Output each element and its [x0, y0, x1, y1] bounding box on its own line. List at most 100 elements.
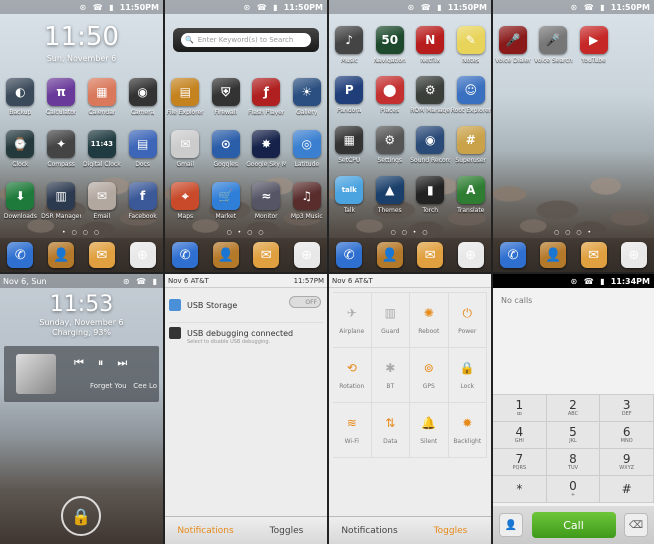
phone-icon[interactable]: ✆: [336, 242, 363, 268]
app-music[interactable]: ♪ Music: [329, 26, 370, 64]
tab-toggles[interactable]: Toggles: [410, 517, 491, 544]
app-calculator[interactable]: π Calculator: [41, 78, 82, 116]
dial-key-3[interactable]: 3 DEF: [600, 395, 654, 422]
toggle-lock[interactable]: 🔒 Lock: [448, 348, 487, 403]
app-label: Compass: [47, 161, 75, 168]
app-file-explorer[interactable]: ▤ File Explorer: [165, 78, 206, 116]
toggle-silent[interactable]: 🔔 Silent: [410, 403, 449, 458]
app-talk[interactable]: talk Talk: [329, 176, 370, 214]
app-clock[interactable]: ⌚ Clock: [0, 130, 41, 168]
app-themes[interactable]: ▲ Themes: [370, 176, 411, 214]
app-translate[interactable]: A Translate: [451, 176, 492, 214]
phone-icon[interactable]: ✆: [7, 242, 34, 268]
tab-toggles[interactable]: Toggles: [246, 517, 327, 544]
messages-icon[interactable]: ✉: [253, 242, 280, 268]
app-rom-manager[interactable]: ⚙ ROM Manager: [410, 76, 451, 114]
backspace-button[interactable]: ⌫: [624, 513, 648, 537]
toggle-bt[interactable]: ✱ BT: [371, 348, 410, 403]
phone-icon[interactable]: ✆: [500, 242, 527, 268]
contacts-icon[interactable]: 👤: [376, 242, 403, 268]
dial-key-star[interactable]: *: [493, 476, 547, 503]
toggle-backlight[interactable]: ✹ Backlight: [448, 403, 487, 458]
app-voice-dialer[interactable]: 🎤 Voice Dialer: [493, 26, 533, 64]
app-mp3-music[interactable]: ♫ Mp3 Music: [287, 182, 328, 220]
previous-icon[interactable]: ⏮: [74, 356, 84, 370]
app-goggles[interactable]: ⊙ Goggles: [206, 130, 247, 168]
phone-icon[interactable]: ✆: [172, 242, 199, 268]
app-latitude[interactable]: ◎ Latitude: [287, 130, 328, 168]
app-firewall[interactable]: ⛨ Firewall: [206, 78, 247, 116]
app-setcpu[interactable]: ▦ SetCPU: [329, 126, 370, 164]
browser-icon[interactable]: ⊕: [457, 242, 484, 268]
app-navigation[interactable]: 50 Navigation: [370, 26, 411, 64]
app-calendar[interactable]: ▦ Calendar: [82, 78, 123, 116]
app-monitor[interactable]: ≈ Monitor: [246, 182, 287, 220]
toggle-rotation[interactable]: ⟲ Rotation: [333, 348, 372, 403]
dial-key-9[interactable]: 9 WXYZ: [600, 449, 654, 476]
app-voice-search[interactable]: 🎤 Voice Search: [533, 26, 573, 64]
contacts-icon[interactable]: 👤: [48, 242, 75, 268]
contacts-button[interactable]: 👤: [499, 513, 523, 537]
app-places[interactable]: ⬤ Places: [370, 76, 411, 114]
app-root-explorer[interactable]: ☺ Root Explorer: [451, 76, 492, 114]
app-superuser[interactable]: # Superuser: [451, 126, 492, 164]
toggle-reboot[interactable]: ✺ Reboot: [410, 293, 449, 348]
toggle-power[interactable]: ⏻ Power: [448, 293, 487, 348]
app-google-sky-m[interactable]: ✸ Google Sky M: [246, 130, 287, 168]
dial-key-2[interactable]: 2 ABC: [546, 395, 601, 422]
unlock-ring[interactable]: 🔒: [61, 496, 101, 536]
toggle-data[interactable]: ⇅ Data: [371, 403, 410, 458]
usb-storage-toggle[interactable]: OFF: [289, 296, 321, 308]
app-compass[interactable]: ✦ Compass: [41, 130, 82, 168]
dial-key-5[interactable]: 5 JKL: [546, 422, 601, 449]
app-flash-player[interactable]: ƒ Flash Player: [246, 78, 287, 116]
toggle-airplane[interactable]: ✈ Airplane: [333, 293, 372, 348]
toggle-guard[interactable]: ▥ Guard: [371, 293, 410, 348]
app-settings[interactable]: ⚙ Settings: [370, 126, 411, 164]
app-facebook[interactable]: f Facebook: [122, 182, 163, 220]
app-digital-clock[interactable]: 11:43 Digital Clock: [82, 130, 123, 168]
app-torch[interactable]: ▮ Torch: [410, 176, 451, 214]
app-dsr-manager[interactable]: ▥ DSR Manager: [41, 182, 82, 220]
messages-icon[interactable]: ✉: [417, 242, 444, 268]
dial-key-1[interactable]: 1ꝏ: [493, 395, 547, 422]
dial-key-8[interactable]: 8 TUV: [546, 449, 601, 476]
app-gallery[interactable]: ☀ Gallery: [287, 78, 328, 116]
app-email[interactable]: ✉ Email: [82, 182, 123, 220]
browser-icon[interactable]: ⊕: [620, 242, 647, 268]
dial-key-6[interactable]: 6 MNO: [600, 422, 654, 449]
app-youtube[interactable]: ▶ YouTube: [574, 26, 614, 64]
usb-debug-item[interactable]: USB debugging connected Select to disabl…: [169, 322, 323, 345]
app-camera[interactable]: ◉ Camera: [122, 78, 163, 116]
toggle-gps[interactable]: ⊚ GPS: [410, 348, 449, 403]
pause-icon[interactable]: ⏸: [98, 356, 104, 370]
app-backup[interactable]: ◐ Backup: [0, 78, 41, 116]
messages-icon[interactable]: ✉: [580, 242, 607, 268]
app-market[interactable]: 🛒 Market: [206, 182, 247, 220]
browser-icon[interactable]: ⊕: [293, 242, 320, 268]
tab-notifications[interactable]: Notifications: [329, 517, 410, 544]
messages-icon[interactable]: ✉: [88, 242, 115, 268]
app-notes[interactable]: ✎ Notes: [451, 26, 492, 64]
contacts-icon[interactable]: 👤: [540, 242, 567, 268]
app-sound-recorder[interactable]: ◉ Sound Recorder: [410, 126, 451, 164]
dial-key-4[interactable]: 4 GHI: [493, 422, 547, 449]
app-maps[interactable]: ⌖ Maps: [165, 182, 206, 220]
call-button[interactable]: Call: [531, 512, 616, 538]
app-netflix[interactable]: N Netflix: [410, 26, 451, 64]
tab-notifications[interactable]: Notifications: [165, 517, 246, 544]
browser-icon[interactable]: ⊕: [129, 242, 156, 268]
next-icon[interactable]: ⏭: [117, 356, 127, 370]
search-input[interactable]: 🔍 Enter Keyword(s) to Search: [181, 33, 311, 47]
contacts-icon[interactable]: 👤: [212, 242, 239, 268]
app-label: Goggles: [213, 161, 238, 168]
dial-key-0[interactable]: 0 +: [546, 476, 601, 503]
search-widget[interactable]: 🔍 Enter Keyword(s) to Search: [173, 28, 319, 52]
app-downloads[interactable]: ⬇ Downloads: [0, 182, 41, 220]
dial-key-7[interactable]: 7 PQRS: [493, 449, 547, 476]
app-gmail[interactable]: ✉ Gmail: [165, 130, 206, 168]
dial-key-hash[interactable]: #: [600, 476, 654, 503]
app-pandora[interactable]: P Pandora: [329, 76, 370, 114]
toggle-wi-fi[interactable]: ≋ Wi-Fi: [333, 403, 372, 458]
app-docs[interactable]: ▤ Docs: [122, 130, 163, 168]
